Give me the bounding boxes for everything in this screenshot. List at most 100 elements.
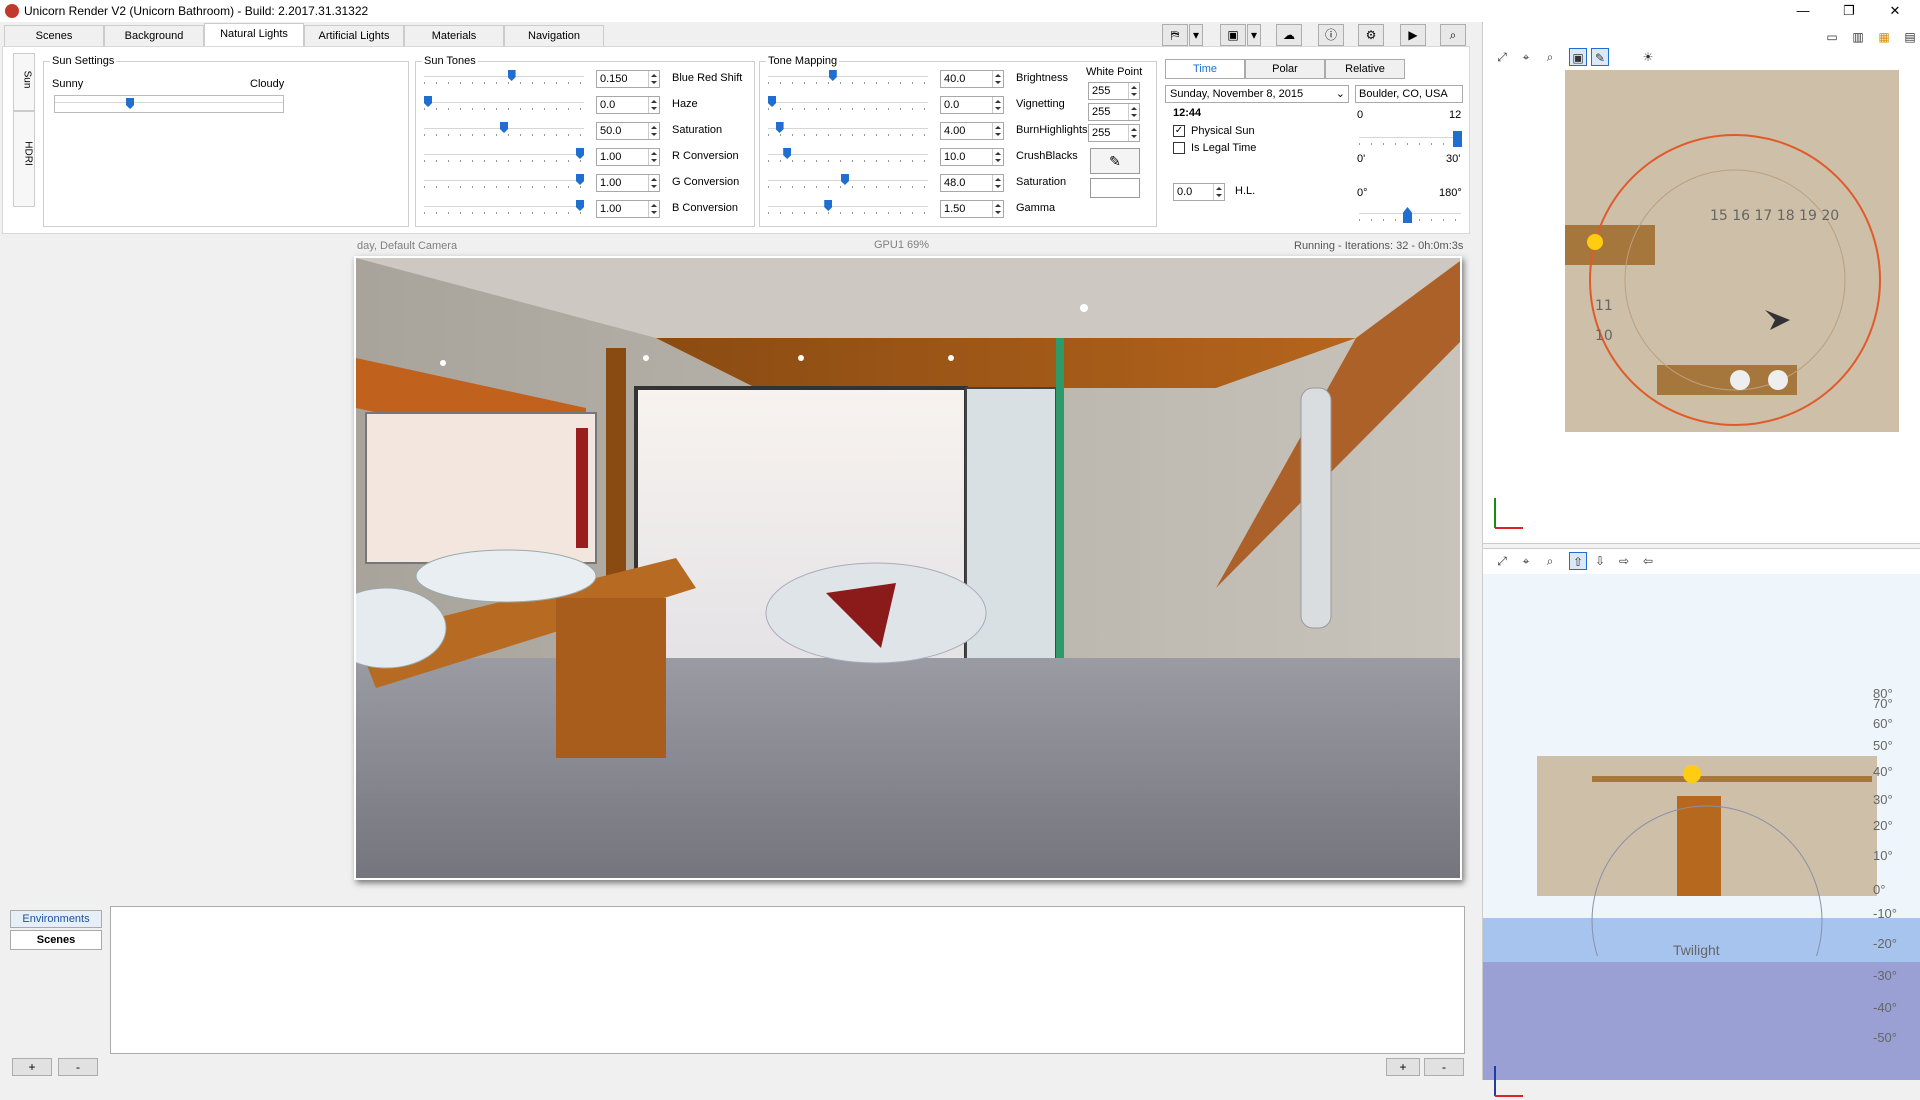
chevron-down-icon[interactable]: ▾ [1189, 24, 1203, 46]
tone-map-slider[interactable] [768, 174, 928, 188]
tab-materials[interactable]: Materials [404, 25, 504, 47]
sun-plan-view[interactable]: 15 16 17 18 19 20 11 10 [1565, 70, 1899, 432]
tab-relative[interactable]: Relative [1325, 59, 1405, 79]
white-point-swatch[interactable] [1090, 178, 1140, 198]
tab-hdri[interactable]: HDRI [13, 111, 35, 207]
eyedropper-icon[interactable]: ✎ [1090, 148, 1140, 174]
svg-text:11: 11 [1595, 298, 1613, 314]
white-point-b[interactable]: 255 [1088, 124, 1140, 142]
tone-map-value-field[interactable]: 0.0 [940, 96, 1004, 114]
sun-position-pane: ⤢ ⌖ ⌕ ▣ ✎ ☀ ▭ ▥ ▦ ▤ 15 16 17 18 19 20 11… [1482, 22, 1920, 1097]
angle-slider[interactable] [1359, 207, 1461, 223]
close-button[interactable]: ✕ [1872, 0, 1918, 22]
sun-tone-value-field[interactable]: 0.150 [596, 70, 660, 88]
sun-tone-value-field[interactable]: 0.0 [596, 96, 660, 114]
tab-artificial-lights[interactable]: Artificial Lights [304, 25, 404, 47]
sun-tone-slider[interactable] [424, 70, 584, 84]
tone-map-slider[interactable] [768, 200, 928, 214]
tab-natural-lights[interactable]: Natural Lights [204, 23, 304, 47]
zoom-icon[interactable]: ⌕ [1541, 552, 1559, 570]
sunny-label: Sunny [52, 78, 84, 90]
sun-tone-slider[interactable] [424, 122, 584, 136]
tab-scenes[interactable]: Scenes [4, 25, 104, 47]
tab-sun[interactable]: Sun [13, 53, 35, 111]
zoom-icon[interactable]: ⌕ [1541, 48, 1559, 66]
target-icon[interactable]: ⌖ [1517, 552, 1535, 570]
arrow-down-icon[interactable]: ⇩ [1591, 552, 1609, 570]
tone-mapping-group: Tone Mapping 40.0 Brightness 0.0 Vignetting… [759, 55, 1157, 227]
zoom-extents-icon[interactable]: ⤢ [1493, 48, 1511, 66]
sun-tone-slider[interactable] [424, 96, 584, 110]
hl-field[interactable]: 0.0 [1173, 183, 1225, 201]
white-point-g[interactable]: 255 [1088, 103, 1140, 121]
sun-tone-value-field[interactable]: 1.00 [596, 174, 660, 192]
tab-background[interactable]: Background [104, 25, 204, 47]
tone-map-slider[interactable] [768, 96, 928, 110]
elevation-tick-label: 50° [1873, 738, 1893, 753]
sun-tone-slider[interactable] [424, 200, 584, 214]
elevation-tick-label: 20° [1873, 818, 1893, 833]
legal-time-checkbox[interactable] [1173, 142, 1185, 154]
sun-tone-slider[interactable] [424, 174, 584, 188]
tone-map-value-field[interactable]: 4.00 [940, 122, 1004, 140]
remove-scene-button[interactable]: - [58, 1058, 98, 1076]
scenes-list[interactable] [110, 906, 1465, 1054]
tone-map-slider[interactable] [768, 70, 928, 84]
remove-item-button[interactable]: - [1424, 1058, 1464, 1076]
render-icon[interactable]: ⛿ [1162, 24, 1188, 46]
elevation-scene[interactable] [1537, 756, 1877, 956]
gpu-status: GPU1 69% [874, 239, 930, 251]
twilight-label: Twilight [1673, 942, 1720, 958]
save-icon[interactable]: ▣ [1220, 24, 1246, 46]
layout-single-icon[interactable]: ▭ [1823, 28, 1841, 46]
physical-sun-checkbox[interactable]: ✓ [1173, 125, 1185, 137]
render-viewport[interactable] [354, 256, 1462, 880]
elevation-tick-label: 60° [1873, 716, 1893, 731]
info-icon[interactable]: ⓘ [1318, 24, 1344, 46]
sun-tone-value-field[interactable]: 1.00 [596, 200, 660, 218]
light-icon[interactable]: ☀ [1639, 48, 1657, 66]
sun-cloudy-slider[interactable] [54, 95, 284, 113]
search-icon[interactable]: ⌕ [1440, 24, 1466, 46]
tab-navigation[interactable]: Navigation [504, 25, 604, 47]
add-scene-button[interactable]: + [12, 1058, 52, 1076]
tone-map-slider[interactable] [768, 122, 928, 136]
sun-tone-slider[interactable] [424, 148, 584, 162]
layout-grid-icon[interactable]: ▤ [1901, 28, 1919, 46]
cloud-icon[interactable]: ☁ [1276, 24, 1302, 46]
tone-map-value-field[interactable]: 10.0 [940, 148, 1004, 166]
add-item-button[interactable]: + [1386, 1058, 1420, 1076]
sun-drag-icon[interactable]: ✎ [1591, 48, 1609, 66]
settings-icon[interactable]: ⚙ [1358, 24, 1384, 46]
tone-map-slider[interactable] [768, 148, 928, 162]
restore-button[interactable]: ❐ [1826, 0, 1872, 22]
white-point-label: White Point [1086, 66, 1143, 78]
splitter-handle[interactable] [1483, 543, 1920, 549]
location-field[interactable]: Boulder, CO, USA [1355, 85, 1463, 103]
sun-tone-value-field[interactable]: 1.00 [596, 148, 660, 166]
tab-polar[interactable]: Polar [1245, 59, 1325, 79]
layout-quad-icon[interactable]: ▦ [1875, 28, 1893, 46]
date-picker[interactable]: Sunday, November 8, 2015 ⌄ [1165, 85, 1349, 103]
hour-slider[interactable] [1359, 131, 1462, 147]
top-view-icon[interactable]: ▣ [1569, 48, 1587, 66]
layout-split-icon[interactable]: ▥ [1849, 28, 1867, 46]
elevation-tick-label: 70° [1873, 696, 1893, 711]
target-icon[interactable]: ⌖ [1517, 48, 1535, 66]
tone-map-value-field[interactable]: 1.50 [940, 200, 1004, 218]
white-point-r[interactable]: 255 [1088, 82, 1140, 100]
arrow-left-icon[interactable]: ⇦ [1639, 552, 1657, 570]
zoom-extents-icon[interactable]: ⤢ [1493, 552, 1511, 570]
tab-environments[interactable]: Environments [10, 910, 102, 928]
chevron-down-icon[interactable]: ▾ [1247, 24, 1261, 46]
play-icon[interactable]: ▶ [1400, 24, 1426, 46]
tone-map-value-field[interactable]: 40.0 [940, 70, 1004, 88]
tab-bottom-scenes[interactable]: Scenes [10, 930, 102, 950]
hour-min-label: 0 [1357, 109, 1364, 121]
tone-map-value-field[interactable]: 48.0 [940, 174, 1004, 192]
arrow-right-icon[interactable]: ⇨ [1615, 552, 1633, 570]
tab-time[interactable]: Time [1165, 59, 1245, 79]
sun-tone-value-field[interactable]: 50.0 [596, 122, 660, 140]
arrow-up-icon[interactable]: ⇧ [1569, 552, 1587, 570]
minimize-button[interactable]: — [1780, 0, 1826, 22]
